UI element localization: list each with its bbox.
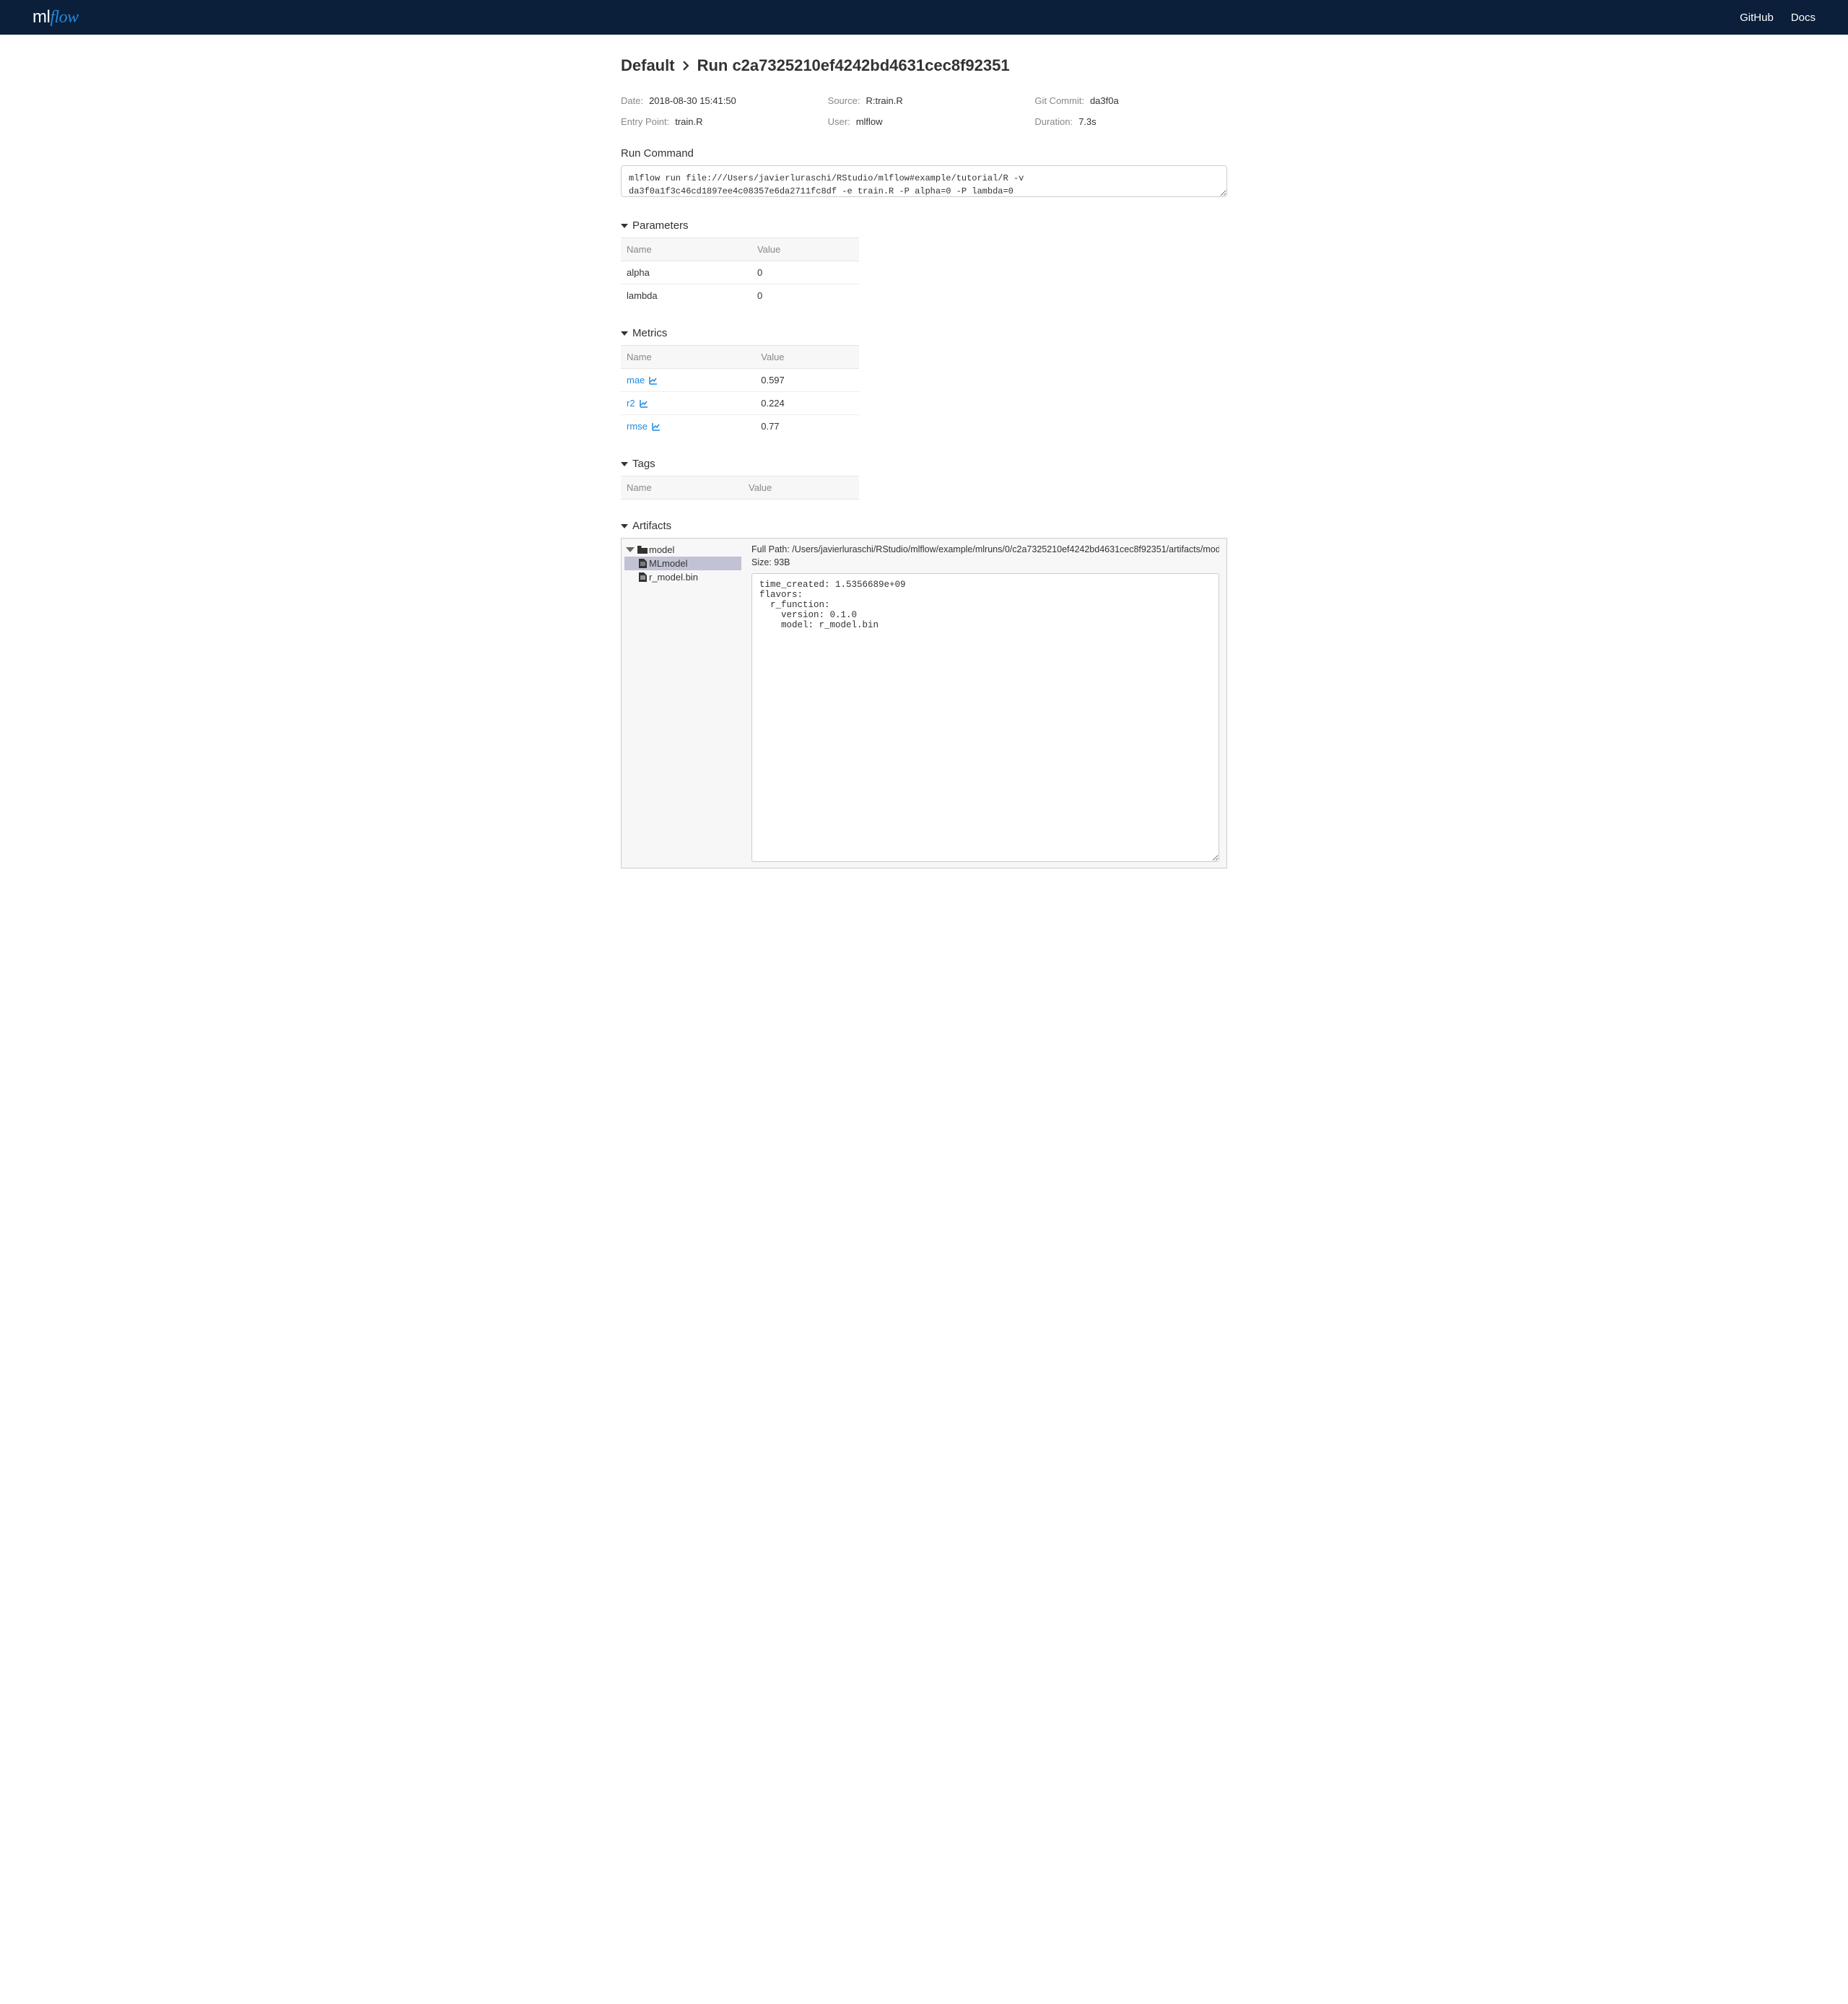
section-label: Artifacts: [632, 520, 671, 532]
parameters-section-toggle[interactable]: Parameters: [621, 219, 1227, 232]
run-command-title: Run Command: [621, 147, 1227, 160]
table-row: r2 0.224: [621, 392, 859, 415]
meta-value: da3f0a: [1090, 95, 1119, 106]
meta-value: 2018-08-30 15:41:50: [649, 95, 736, 106]
tree-file-label: MLmodel: [649, 558, 687, 569]
artifact-full-path: Full Path: /Users/javierluraschi/RStudio…: [751, 544, 1219, 554]
chart-icon: [640, 399, 648, 408]
col-value: Value: [751, 238, 859, 261]
metric-link-rmse[interactable]: rmse: [627, 421, 661, 432]
meta-value: train.R: [675, 116, 702, 127]
metric-value: 0.77: [755, 415, 859, 438]
logo[interactable]: mlflow: [32, 7, 79, 27]
logo-ml: ml: [32, 7, 50, 27]
chevron-right-icon: [682, 61, 690, 71]
caret-down-icon: [621, 462, 628, 466]
col-value: Value: [743, 476, 859, 500]
meta-label: Source:: [828, 95, 860, 106]
metric-value: 0.224: [755, 392, 859, 415]
folder-icon: [637, 545, 648, 555]
meta-value: 7.3s: [1078, 116, 1097, 127]
metrics-table: Name Value mae 0.597: [621, 345, 859, 437]
col-value: Value: [755, 346, 859, 369]
artifacts-panel: model MLmodel r_model.bin Full Path: /Us…: [621, 538, 1227, 868]
section-label: Parameters: [632, 219, 689, 232]
run-meta-grid: Date: 2018-08-30 15:41:50 Source: R:trai…: [621, 95, 1227, 127]
section-label: Tags: [632, 458, 655, 470]
caret-down-icon: [621, 331, 628, 336]
meta-label: Date:: [621, 95, 643, 106]
table-row: alpha 0: [621, 261, 859, 284]
meta-entry-point: Entry Point: train.R: [621, 116, 814, 127]
artifact-tree: model MLmodel r_model.bin: [622, 539, 744, 868]
header-nav: GitHub Docs: [1740, 12, 1816, 24]
meta-value: mlflow: [856, 116, 883, 127]
tree-file-rmodel[interactable]: r_model.bin: [624, 570, 741, 584]
meta-source: Source: R:train.R: [828, 95, 1021, 106]
chart-icon: [652, 422, 661, 431]
file-icon: [637, 559, 648, 569]
app-header: mlflow GitHub Docs: [0, 0, 1848, 35]
metric-link-mae[interactable]: mae: [627, 375, 658, 385]
meta-label: Duration:: [1034, 116, 1073, 127]
caret-down-icon: [626, 547, 635, 552]
meta-value: /Users/javierluraschi/RStudio/mlflow/exa…: [792, 544, 1219, 554]
nav-github[interactable]: GitHub: [1740, 12, 1774, 24]
tags-section-toggle[interactable]: Tags: [621, 458, 1227, 470]
metric-link-r2[interactable]: r2: [627, 398, 648, 409]
table-row: mae 0.597: [621, 369, 859, 392]
table-row: lambda 0: [621, 284, 859, 308]
meta-label: Entry Point:: [621, 116, 669, 127]
col-name: Name: [621, 476, 743, 500]
main-container: Default Run c2a7325210ef4242bd4631cec8f9…: [621, 35, 1227, 897]
tags-table: Name Value: [621, 476, 859, 500]
meta-label: User:: [828, 116, 850, 127]
caret-down-icon: [621, 524, 628, 528]
metric-name: mae: [627, 375, 645, 385]
tree-folder-label: model: [649, 544, 674, 555]
table-row: rmse 0.77: [621, 415, 859, 438]
artifacts-section-toggle[interactable]: Artifacts: [621, 520, 1227, 532]
nav-docs[interactable]: Docs: [1791, 12, 1816, 24]
breadcrumb-root[interactable]: Default: [621, 56, 675, 75]
tree-file-label: r_model.bin: [649, 572, 698, 583]
meta-value: R:train.R: [866, 95, 902, 106]
caret-down-icon: [621, 224, 628, 228]
param-name: lambda: [621, 284, 751, 308]
section-label: Metrics: [632, 327, 667, 339]
logo-flow: flow: [50, 8, 78, 27]
meta-git-commit: Git Commit: da3f0a: [1034, 95, 1227, 106]
breadcrumb-run-title: Run c2a7325210ef4242bd4631cec8f92351: [697, 56, 1010, 75]
breadcrumb: Default Run c2a7325210ef4242bd4631cec8f9…: [621, 56, 1227, 75]
meta-date: Date: 2018-08-30 15:41:50: [621, 95, 814, 106]
parameters-table: Name Value alpha 0 lambda 0: [621, 238, 859, 307]
chart-icon: [649, 376, 658, 385]
metric-value: 0.597: [755, 369, 859, 392]
metrics-section-toggle[interactable]: Metrics: [621, 327, 1227, 339]
tree-folder-model[interactable]: model: [624, 543, 741, 557]
param-name: alpha: [621, 261, 751, 284]
param-value: 0: [751, 261, 859, 284]
artifact-content-viewer[interactable]: time_created: 1.5356689e+09 flavors: r_f…: [751, 573, 1219, 862]
meta-label: Full Path:: [751, 544, 790, 554]
param-value: 0: [751, 284, 859, 308]
meta-duration: Duration: 7.3s: [1034, 116, 1227, 127]
tree-file-mlmodel[interactable]: MLmodel: [624, 557, 741, 570]
meta-label: Size:: [751, 557, 772, 567]
meta-user: User: mlflow: [828, 116, 1021, 127]
metric-name: rmse: [627, 421, 648, 432]
artifact-main: Full Path: /Users/javierluraschi/RStudio…: [744, 539, 1226, 868]
metric-name: r2: [627, 398, 635, 409]
file-icon: [637, 572, 648, 583]
meta-label: Git Commit:: [1034, 95, 1084, 106]
meta-value: 93B: [774, 557, 790, 567]
run-command-box[interactable]: [621, 165, 1227, 197]
artifact-size: Size: 93B: [751, 557, 1219, 567]
col-name: Name: [621, 238, 751, 261]
col-name: Name: [621, 346, 755, 369]
